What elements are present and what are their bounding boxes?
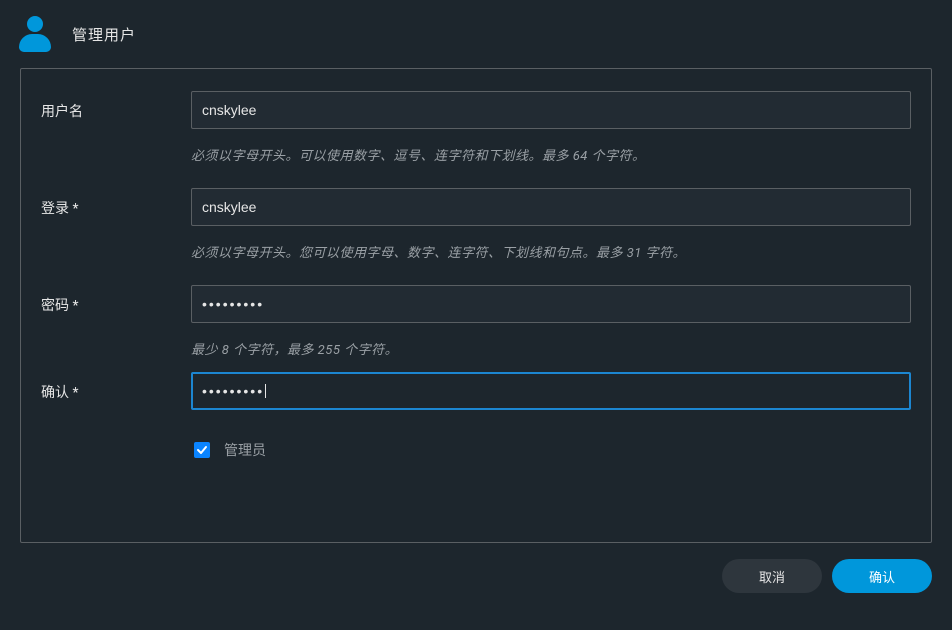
form-panel: 用户名 必须以字母开头。可以使用数字、逗号、连字符和下划线。最多 64 个字符。…	[20, 68, 932, 543]
user-icon	[16, 13, 54, 55]
password-input[interactable]: •••••••••	[191, 285, 911, 323]
admin-checkbox[interactable]	[194, 442, 210, 458]
password-hint: 最少 8 个字符，最多 255 个字符。	[191, 339, 911, 358]
confirm-button[interactable]: 确认	[832, 559, 932, 593]
checkmark-icon	[196, 444, 208, 456]
dialog-footer: 取消 确认	[0, 543, 952, 593]
login-hint: 必须以字母开头。您可以使用字母、数字、连字符、下划线和句点。最多 31 字符。	[191, 242, 911, 261]
username-hint: 必须以字母开头。可以使用数字、逗号、连字符和下划线。最多 64 个字符。	[191, 145, 911, 164]
confirm-input[interactable]: •••••••••	[191, 372, 911, 410]
dialog-title: 管理用户	[72, 24, 136, 45]
text-caret	[265, 384, 266, 398]
login-input[interactable]	[191, 188, 911, 226]
dialog-header: 管理用户	[0, 0, 952, 68]
confirm-label: 确认 *	[41, 372, 191, 460]
username-input[interactable]	[191, 91, 911, 129]
password-label: 密码 *	[41, 285, 191, 366]
cancel-button[interactable]: 取消	[722, 559, 822, 593]
username-label: 用户名	[41, 91, 191, 182]
login-label: 登录 *	[41, 188, 191, 279]
admin-checkbox-label: 管理员	[224, 440, 266, 460]
